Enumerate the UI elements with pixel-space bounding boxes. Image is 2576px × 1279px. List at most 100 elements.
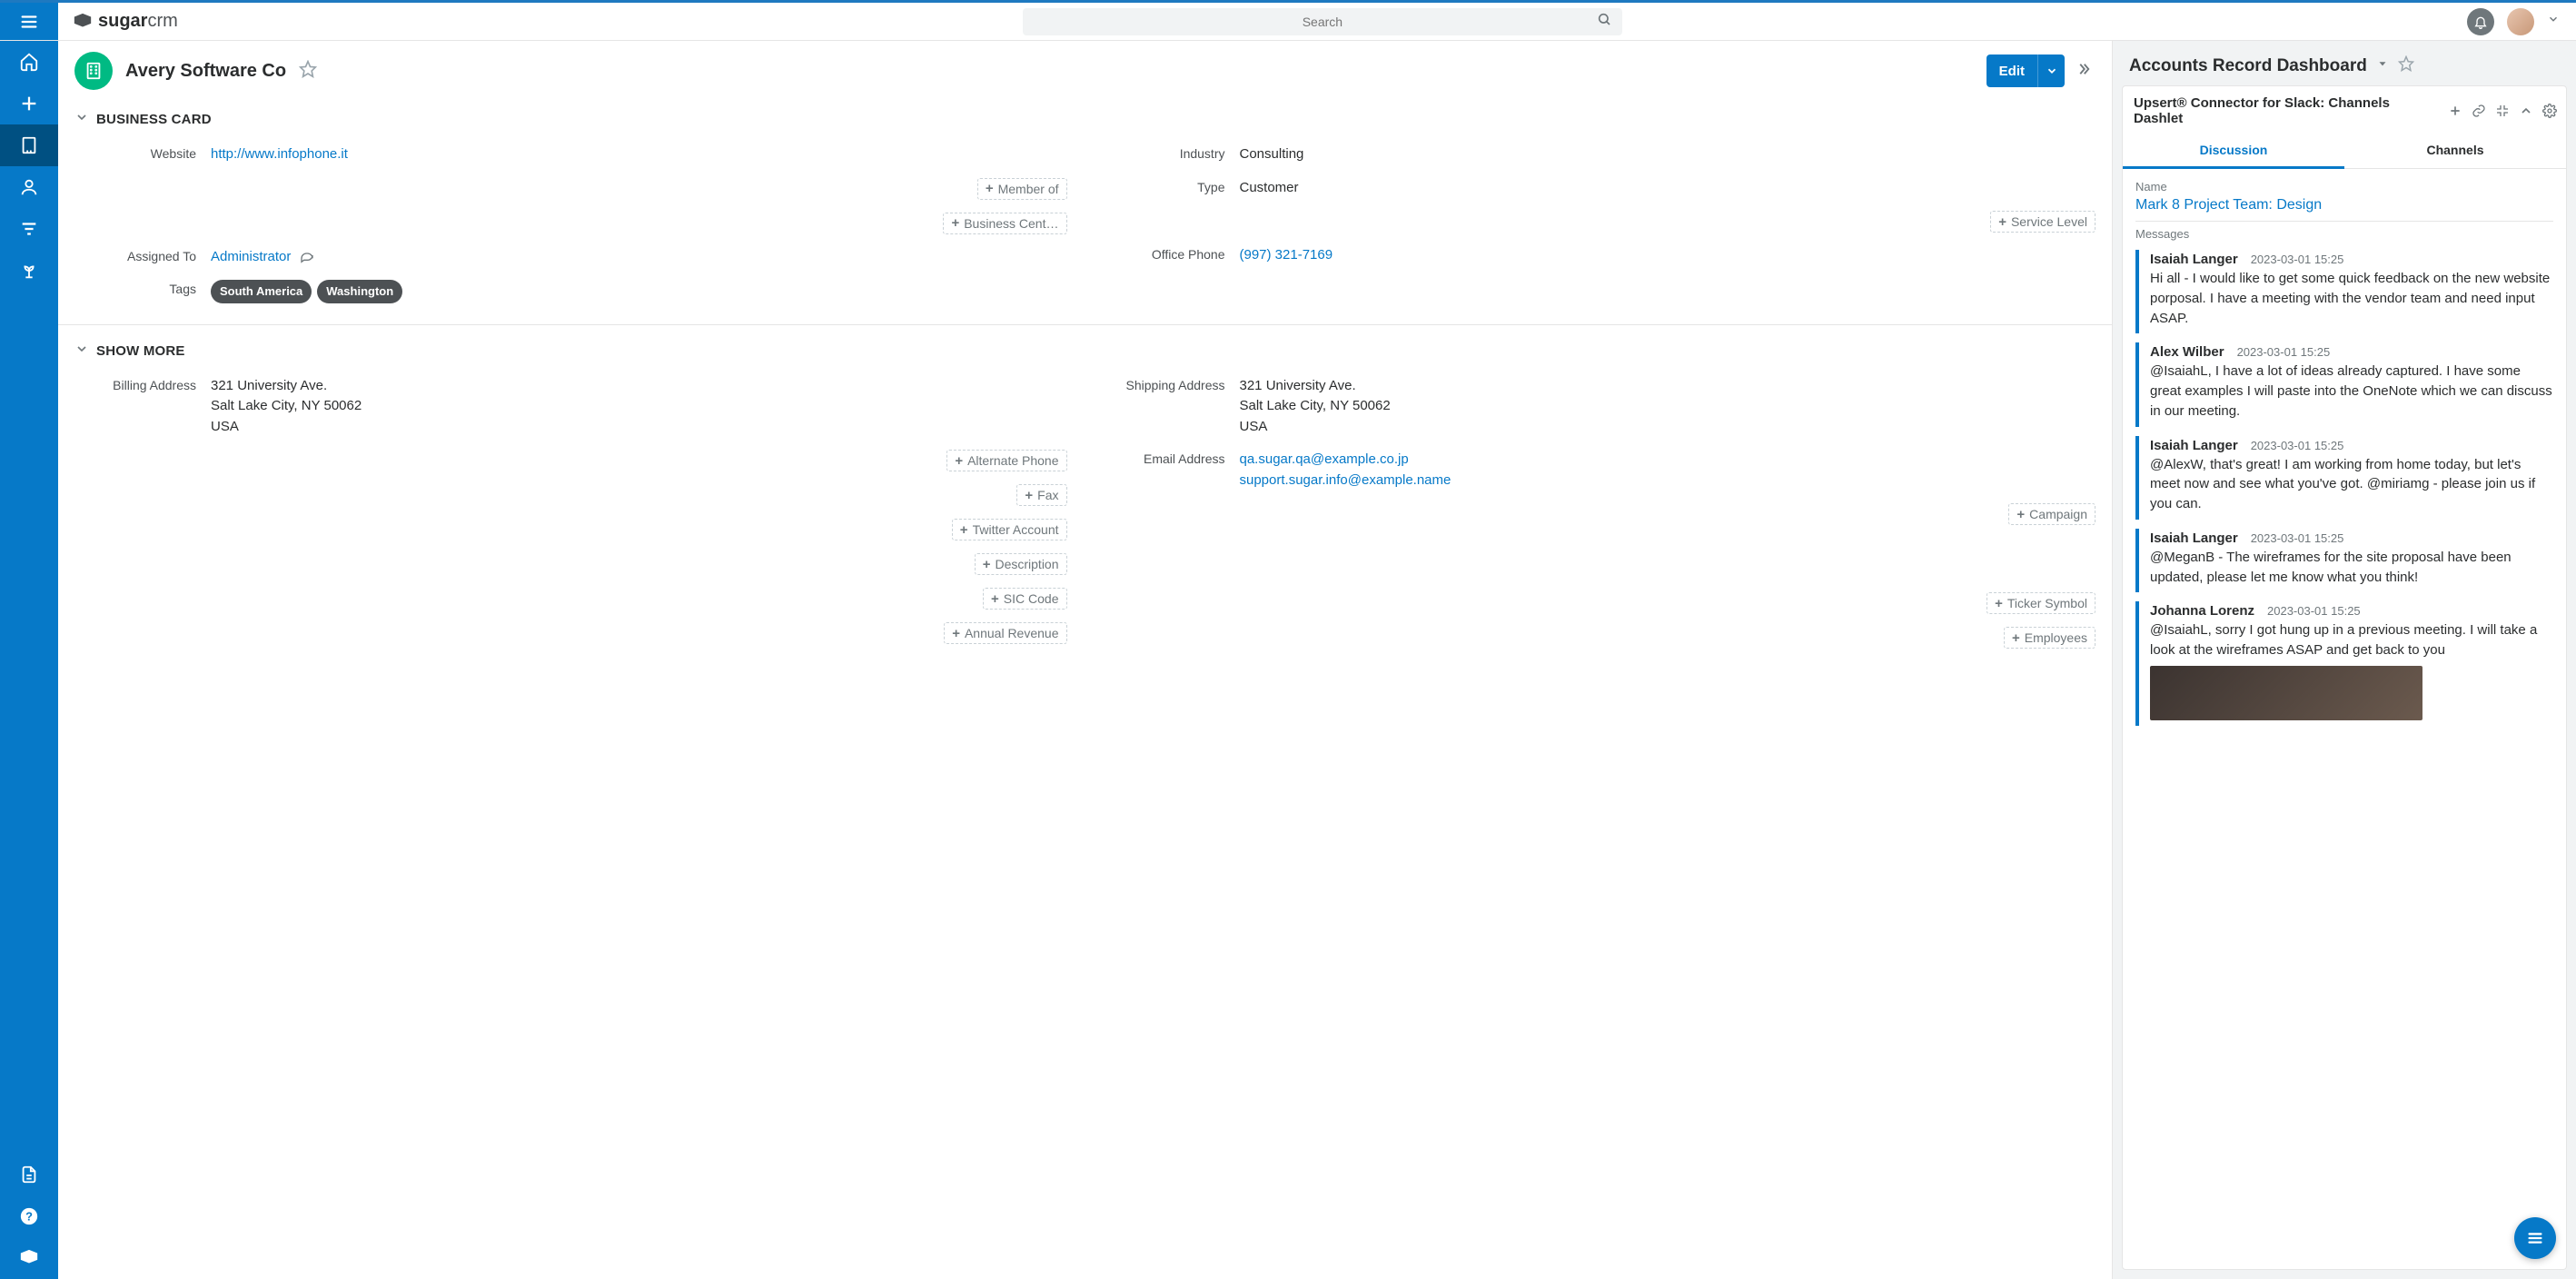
field-industry: Industry Consulting [1104, 138, 2096, 172]
message-timestamp: 2023-03-01 15:25 [2251, 439, 2344, 452]
office-phone-link[interactable]: (997) 321-7169 [1240, 247, 1333, 263]
nav-accounts[interactable] [0, 124, 58, 166]
add-employees[interactable]: +Employees [2004, 627, 2095, 649]
nav-filter[interactable] [0, 208, 58, 250]
nav-home[interactable] [0, 41, 58, 83]
add-ticker[interactable]: +Ticker Symbol [1986, 592, 2095, 614]
add-sic-code[interactable]: +SIC Code [983, 588, 1066, 610]
collapse-sidepanel-button[interactable] [2072, 61, 2095, 82]
website-link[interactable]: http://www.infophone.it [211, 146, 348, 162]
dashboard-favorite[interactable] [2398, 55, 2414, 76]
building-icon [84, 61, 104, 81]
favorite-toggle[interactable] [299, 60, 317, 83]
nav-documents[interactable] [0, 1154, 58, 1195]
message-attachment-image[interactable] [2150, 666, 2422, 720]
chat-icon[interactable] [300, 250, 314, 264]
message-body: @IsaiahL, sorry I got hung up in a previ… [2150, 620, 2553, 660]
brand-suffix: crm [147, 11, 177, 31]
notifications-button[interactable] [2467, 8, 2494, 35]
building-icon [19, 135, 39, 155]
message: Isaiah Langer2023-03-01 15:25@MeganB - T… [2135, 529, 2553, 593]
add-business-center[interactable]: +Business Cent… [943, 213, 1066, 234]
dashlet-add[interactable] [2448, 104, 2462, 118]
field-assigned-to: Assigned To Administrator [74, 241, 1067, 274]
message-author: Isaiah Langer [2150, 438, 2238, 453]
user-menu-caret[interactable] [2547, 13, 2560, 30]
section-toggle-show-more[interactable]: SHOW MORE [74, 329, 2095, 370]
add-fax[interactable]: +Fax [1016, 484, 1066, 506]
main-menu-toggle[interactable] [0, 3, 58, 40]
user-avatar[interactable] [2507, 8, 2534, 35]
link-icon [2472, 104, 2486, 118]
dashlet-settings[interactable] [2542, 104, 2557, 118]
compress-icon [2495, 104, 2510, 118]
add-description[interactable]: +Description [975, 553, 1067, 575]
field-type: Type Customer [1104, 172, 2096, 205]
add-service-level[interactable]: +Service Level [1990, 211, 2095, 233]
search-icon [1597, 12, 1611, 31]
tab-discussion[interactable]: Discussion [2123, 134, 2344, 169]
section-show-more: SHOW MORE Billing Address 321 University… [58, 325, 2112, 665]
tab-channels[interactable]: Channels [2344, 134, 2566, 168]
add-twitter[interactable]: +Twitter Account [952, 519, 1067, 540]
caret-down-icon [2376, 57, 2389, 70]
dashboard-title: Accounts Record Dashboard [2129, 56, 2367, 76]
global-search[interactable] [1023, 8, 1622, 35]
add-campaign[interactable]: +Campaign [2008, 503, 2095, 525]
message: Johanna Lorenz2023-03-01 15:25@IsaiahL, … [2135, 601, 2553, 726]
field-billing-address: Billing Address 321 University Ave. Salt… [74, 370, 1067, 444]
field-tags: Tags South AmericaWashington [74, 273, 1067, 310]
nav-contacts[interactable] [0, 166, 58, 208]
filter-icon [19, 219, 39, 239]
add-annual-revenue[interactable]: +Annual Revenue [944, 622, 1066, 644]
dashlet-compress[interactable] [2495, 104, 2510, 118]
tag[interactable]: South America [211, 280, 312, 303]
svg-text:?: ? [25, 1210, 33, 1224]
stack-icon [19, 1248, 39, 1268]
nav-help[interactable]: ? [0, 1195, 58, 1237]
star-icon [299, 60, 317, 78]
edit-button[interactable]: Edit [1986, 55, 2065, 87]
section-toggle-business-card[interactable]: BUSINESS CARD [74, 97, 2095, 138]
chevron-down-icon [2046, 64, 2058, 77]
dashlet-link[interactable] [2472, 104, 2486, 118]
channel-link[interactable]: Mark 8 Project Team: Design [2135, 197, 2322, 213]
message-author: Isaiah Langer [2150, 252, 2238, 267]
sprout-icon [19, 261, 39, 281]
add-member-of[interactable]: +Member of [977, 178, 1067, 200]
document-icon [19, 1165, 39, 1185]
field-website: Website http://www.infophone.it [74, 138, 1067, 172]
dashboard-picker[interactable] [2376, 57, 2389, 74]
message-body: Hi all - I would like to get some quick … [2150, 269, 2553, 328]
assigned-to-link[interactable]: Administrator [211, 249, 291, 264]
email-link[interactable]: support.sugar.info@example.name [1240, 472, 1451, 488]
dashlet-tabs: Discussion Channels [2123, 134, 2566, 169]
record-title: Avery Software Co [125, 61, 286, 82]
tag[interactable]: Washington [317, 280, 402, 303]
nav-modules[interactable] [0, 1237, 58, 1279]
field-shipping-address: Shipping Address 321 University Ave. Sal… [1104, 370, 2096, 444]
brand-logo[interactable]: sugarcrm [73, 11, 178, 32]
nav-leads[interactable] [0, 250, 58, 292]
edit-dropdown[interactable] [2037, 55, 2065, 87]
dashboard-panel: Accounts Record Dashboard Upsert® Connec… [2113, 41, 2576, 1279]
message: Isaiah Langer2023-03-01 15:25Hi all - I … [2135, 250, 2553, 333]
message-timestamp: 2023-03-01 15:25 [2237, 345, 2331, 359]
star-icon [2398, 55, 2414, 72]
search-input[interactable] [1034, 15, 1611, 29]
field-office-phone: Office Phone (997) 321-7169 [1104, 239, 2096, 273]
plus-icon [19, 94, 39, 114]
dashlet-collapse[interactable] [2519, 104, 2533, 118]
chevron-down-icon [74, 110, 89, 124]
add-alternate-phone[interactable]: +Alternate Phone [946, 450, 1066, 471]
fab-button[interactable] [2514, 1217, 2556, 1259]
message-author: Alex Wilber [2150, 344, 2224, 360]
side-nav: ? [0, 41, 58, 1279]
record-view: Avery Software Co Edit BUSINESS CARD [58, 41, 2113, 1279]
record-type-icon [74, 52, 113, 90]
nav-create[interactable] [0, 83, 58, 124]
email-link[interactable]: qa.sugar.qa@example.co.jp [1240, 451, 1409, 467]
list-icon [2525, 1228, 2545, 1248]
brand-prefix: sugar [98, 11, 147, 31]
plus-icon [2448, 104, 2462, 118]
